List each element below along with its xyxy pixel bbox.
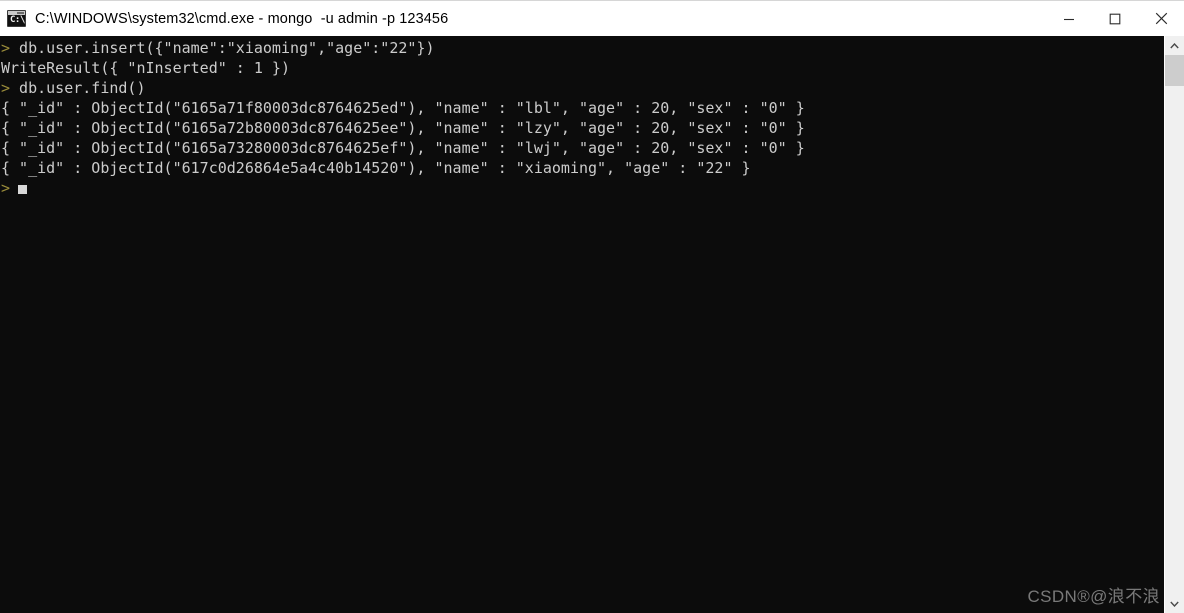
terminal-prompt-symbol: > (1, 179, 11, 197)
terminal-line: { "_id" : ObjectId("6165a71f80003dc87646… (1, 98, 1164, 118)
scroll-down-icon[interactable] (1165, 594, 1184, 613)
vertical-scrollbar[interactable] (1164, 36, 1184, 613)
cmd-icon-prompt-glyph: C:\_ (10, 15, 25, 25)
terminal-prompt-symbol: > (1, 79, 11, 97)
maximize-button[interactable] (1092, 1, 1138, 37)
window-title: C:\WINDOWS\system32\cmd.exe - mongo -u a… (35, 10, 449, 27)
window-titlebar[interactable]: C:\_ C:\WINDOWS\system32\cmd.exe - mongo… (0, 0, 1184, 36)
cmd-window: C:\_ C:\WINDOWS\system32\cmd.exe - mongo… (0, 0, 1184, 613)
window-controls (1046, 1, 1184, 37)
terminal-lines: > db.user.insert({"name":"xiaoming","age… (1, 38, 1164, 198)
terminal-prompt-symbol: > (1, 39, 11, 57)
terminal-line-text: { "_id" : ObjectId("6165a73280003dc87646… (1, 139, 805, 157)
terminal-output-area[interactable]: > db.user.insert({"name":"xiaoming","age… (0, 36, 1164, 613)
terminal-line-text: db.user.insert({"name":"xiaoming","age":… (10, 39, 435, 57)
titlebar-title-area: C:\_ C:\WINDOWS\system32\cmd.exe - mongo… (0, 10, 1046, 27)
terminal-line: { "_id" : ObjectId("6165a72b80003dc87646… (1, 118, 1164, 138)
terminal-line: > (1, 178, 1164, 198)
csdn-watermark: CSDN®@浪不浪 (1027, 587, 1160, 606)
terminal-line: { "_id" : ObjectId("617c0d26864e5a4c40b1… (1, 158, 1164, 178)
terminal-line: > db.user.find() (1, 78, 1164, 98)
terminal-cursor (18, 185, 28, 194)
terminal-line: > db.user.insert({"name":"xiaoming","age… (1, 38, 1164, 58)
terminal-line: { "_id" : ObjectId("6165a73280003dc87646… (1, 138, 1164, 158)
scrollbar-thumb[interactable] (1165, 55, 1184, 86)
scroll-up-icon[interactable] (1165, 36, 1184, 55)
minimize-button[interactable] (1046, 1, 1092, 37)
terminal-line-text: WriteResult({ "nInserted" : 1 }) (1, 59, 290, 77)
cmd-console-icon: C:\_ (7, 10, 26, 27)
terminal-line-text: { "_id" : ObjectId("6165a72b80003dc87646… (1, 119, 805, 137)
close-button[interactable] (1138, 1, 1184, 37)
terminal-line-text: db.user.find() (10, 79, 146, 97)
terminal-line: WriteResult({ "nInserted" : 1 }) (1, 58, 1164, 78)
terminal-line-text: { "_id" : ObjectId("6165a71f80003dc87646… (1, 99, 805, 117)
terminal-line-text: { "_id" : ObjectId("617c0d26864e5a4c40b1… (1, 159, 751, 177)
